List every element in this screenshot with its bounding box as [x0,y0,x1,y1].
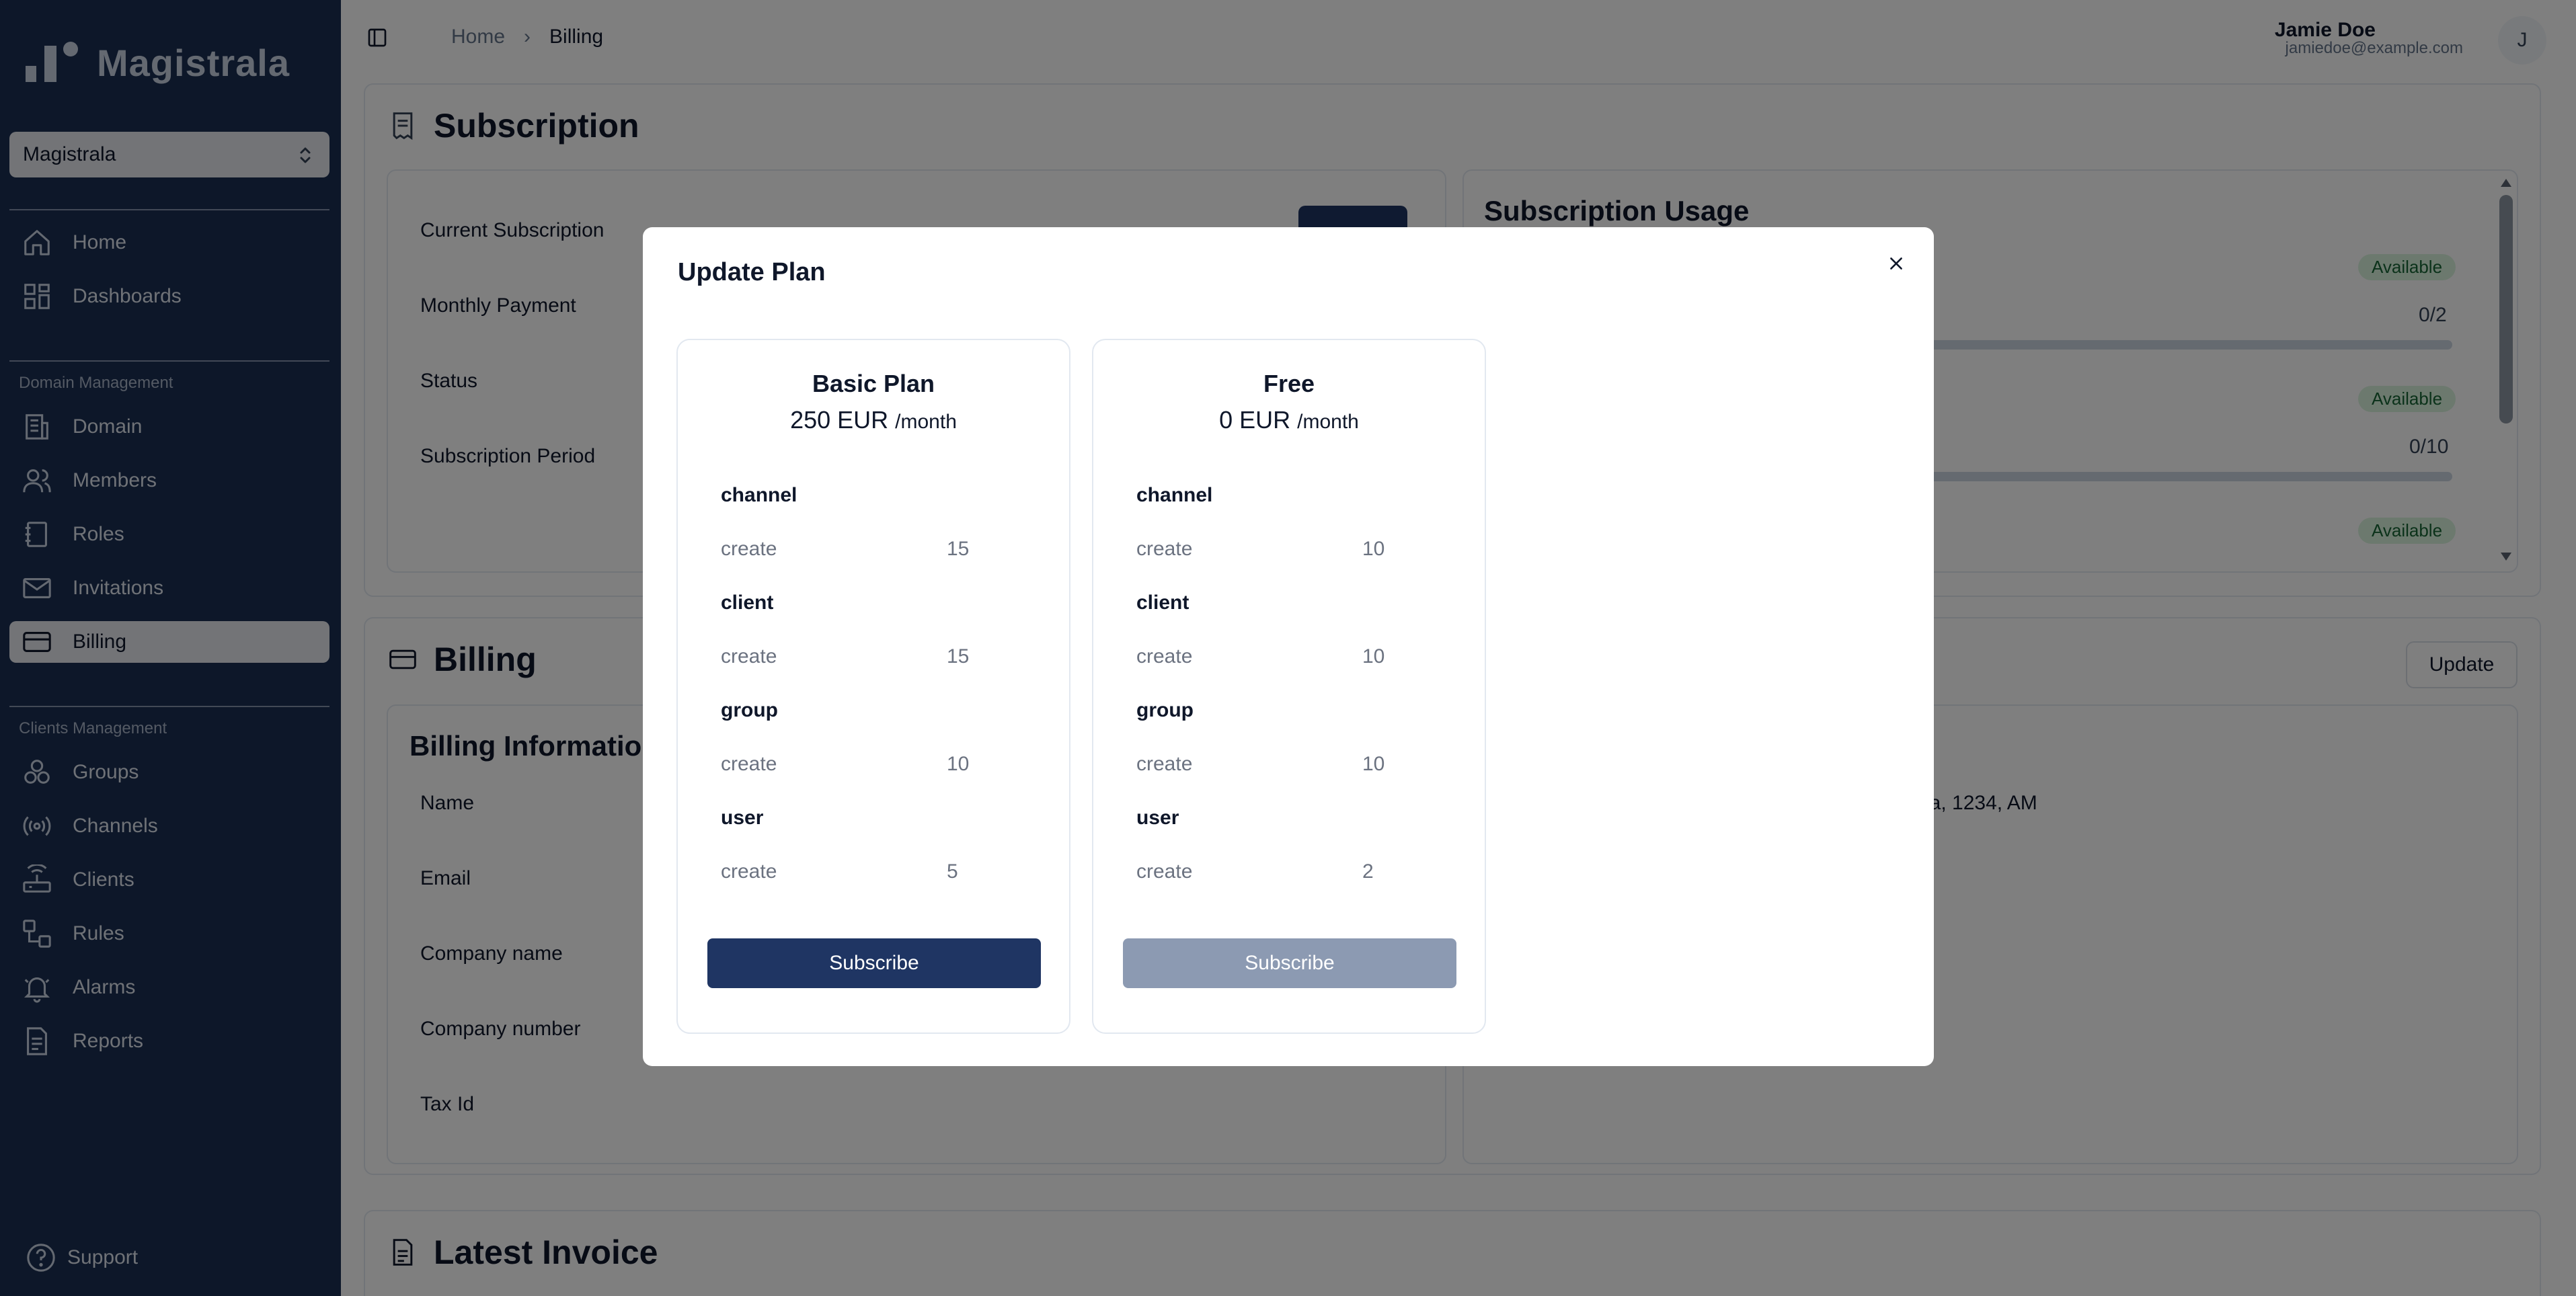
limit-entity: group [721,699,778,721]
plan-name: Free [1263,370,1315,397]
plan-card-free: Free 0 EUR/month channel create 10 clien… [1092,339,1486,1034]
limit-value: 10 [1362,645,1385,667]
limit-value: 10 [947,753,970,775]
limit-action: create [721,753,777,775]
limit-entity: client [721,592,774,614]
limit-value: 2 [1362,860,1374,883]
limit-action: create [1136,645,1193,667]
subscribe-free-button[interactable]: Subscribe [1123,938,1456,988]
plan-price-period: /month [895,411,957,433]
subscribe-basic-button[interactable]: Subscribe [707,938,1041,988]
limit-action: create [1136,538,1193,560]
limit-action: create [1136,753,1193,775]
limit-entity: user [1136,807,1179,829]
limit-action: create [721,538,777,560]
limit-entity: channel [1136,484,1213,506]
plan-price-period: /month [1297,411,1359,433]
dialog-title: Update Plan [678,258,826,286]
plan-price: 250 EUR/month [678,406,1069,434]
limit-action: create [721,645,777,667]
plan-card-basic: Basic Plan 250 EUR/month channel create … [676,339,1070,1034]
close-icon [1890,257,1902,270]
plan-name: Basic Plan [812,370,935,397]
plan-price: 0 EUR/month [1093,406,1485,434]
limit-value: 15 [947,538,970,560]
limit-entity: group [1136,699,1194,721]
limit-action: create [721,860,777,883]
limit-entity: user [721,807,764,829]
plan-price-amount: 250 EUR [790,406,889,434]
plan-price-amount: 0 EUR [1219,406,1291,434]
limit-value: 10 [1362,753,1385,775]
limit-entity: channel [721,484,797,506]
limit-value: 15 [947,645,970,667]
update-plan-dialog: Update Plan Basic Plan 250 EUR/month cha… [643,227,1934,1066]
limit-action: create [1136,860,1193,883]
limit-entity: client [1136,592,1189,614]
limit-value: 10 [1362,538,1385,560]
limit-value: 5 [947,860,958,883]
close-button[interactable] [1883,250,1910,277]
